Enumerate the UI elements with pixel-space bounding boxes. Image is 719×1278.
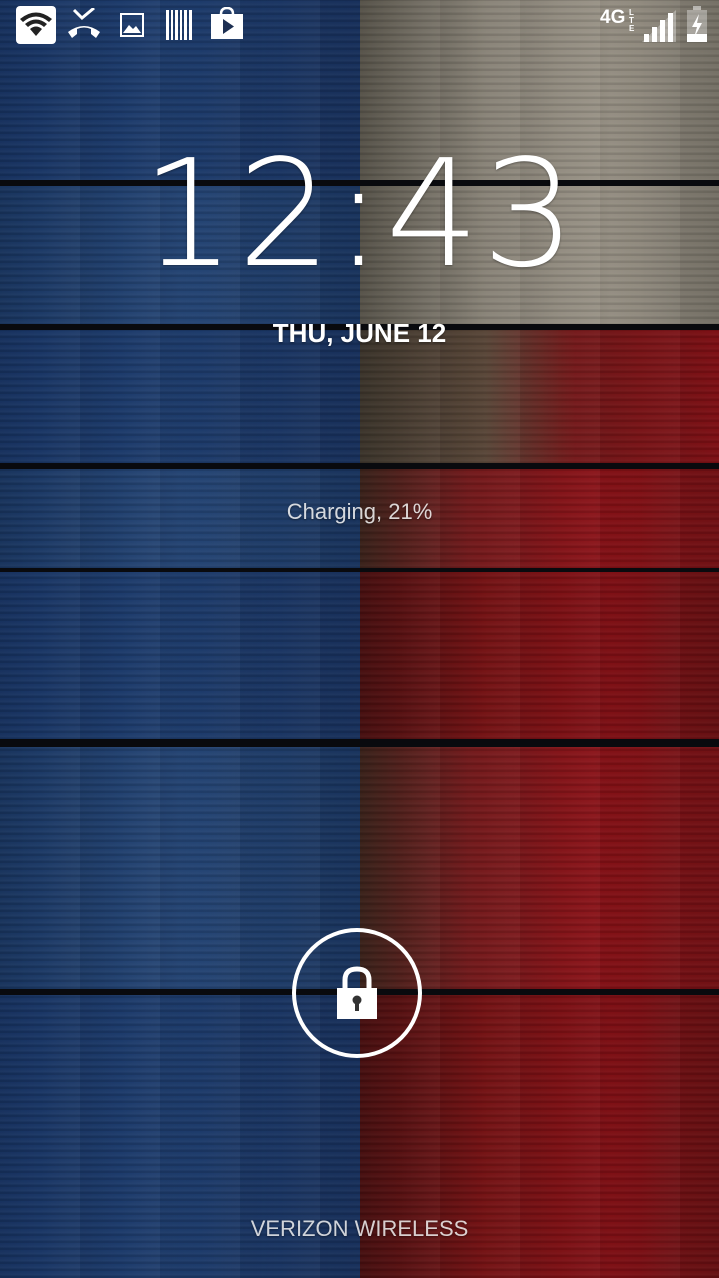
signal-icon: [642, 10, 676, 46]
charging-status: Charging, 21%: [286, 499, 433, 524]
network-sub-label: LTE: [629, 8, 635, 33]
battery-charging-icon: [686, 6, 708, 46]
unlock-button[interactable]: [292, 928, 422, 1058]
image-icon: [120, 13, 144, 41]
carrier-label: VERIZON WIRELESS: [250, 1216, 469, 1241]
wifi-icon: [16, 6, 56, 48]
barcode-icon: [166, 10, 192, 44]
lock-icon: [337, 966, 377, 1019]
play-store-icon: [210, 6, 244, 43]
lock-screen: 4G LTE 12:43 THU, JUNE 12 Charging, 21%: [0, 0, 719, 1278]
missed-call-icon: [66, 6, 102, 44]
network-type-label: 4G: [600, 7, 626, 28]
status-bar: 4G LTE: [0, 0, 719, 50]
lockscreen-date: THU, JUNE 12: [272, 318, 447, 348]
lockscreen-clock: 12:43: [141, 128, 578, 300]
